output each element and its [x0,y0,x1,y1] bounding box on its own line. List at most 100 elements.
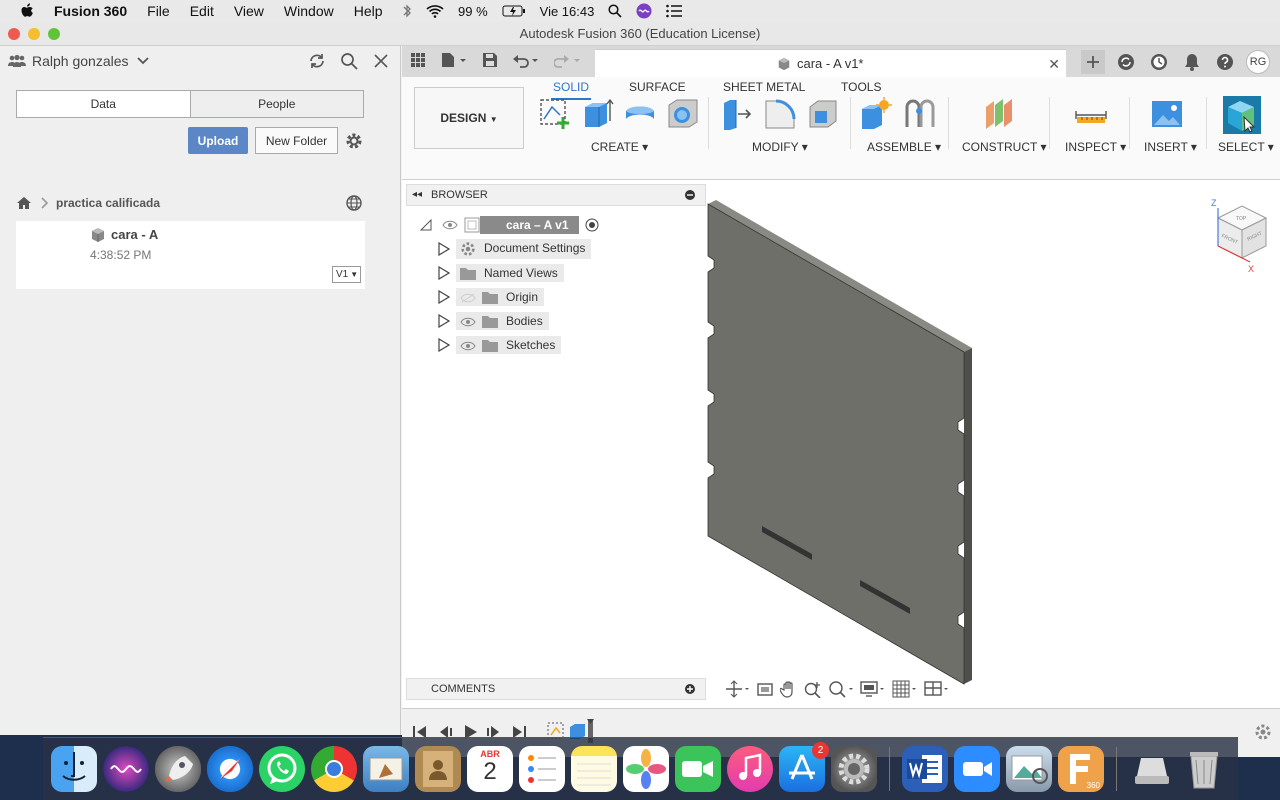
redo-icon[interactable] [554,52,582,68]
measure-icon[interactable] [1074,97,1108,131]
select-group-label[interactable]: SELECT ▾ [1218,140,1274,154]
new-component-icon[interactable] [859,97,893,131]
notifications-button[interactable] [1180,50,1204,74]
file-card[interactable]: cara - A 4:38:52 PM V1 ▼ [16,221,365,289]
dock-calendar[interactable]: ABR 2 [467,746,513,792]
add-comment-icon[interactable] [685,684,695,694]
dock-siri[interactable] [103,746,149,792]
expand-triangle-icon[interactable] [438,314,450,328]
file-name[interactable]: cara - A [111,227,158,242]
dock-mail[interactable] [363,746,409,792]
dock-chrome[interactable] [311,746,357,792]
expand-triangle-icon[interactable] [438,266,450,280]
refresh-icon[interactable] [308,52,326,70]
window-titlebar[interactable]: Autodesk Fusion 360 (Education License) [0,22,1280,46]
dock-finder[interactable] [51,746,97,792]
extrude-icon[interactable] [580,97,614,131]
canvas-viewport[interactable]: ◂◂ BROWSER cara – A v1 Document Settings [402,180,1280,735]
offset-plane-icon[interactable] [982,97,1016,131]
dock-fusion-360[interactable]: 360 [1058,746,1104,792]
press-pull-icon[interactable] [720,97,754,131]
eye-hidden-icon[interactable] [460,293,476,303]
joint-icon[interactable] [903,97,937,131]
dock-photos[interactable] [623,746,669,792]
expand-triangle-icon[interactable] [438,290,450,304]
eye-icon[interactable] [460,341,476,351]
help-button[interactable] [1213,50,1237,74]
document-tab[interactable]: cara - A v1* ✕ [595,49,1066,77]
timeline-settings-gear-icon[interactable] [1254,723,1272,741]
fillet-icon[interactable] [763,97,797,131]
tree-item-bodies[interactable]: Bodies [438,311,549,331]
tree-item-document-settings[interactable]: Document Settings [438,239,592,259]
shell-icon[interactable] [806,97,840,131]
zoom-window-button[interactable] [48,28,60,40]
clock[interactable]: Vie 16:43 [540,4,595,19]
create-sketch-icon[interactable] [538,97,572,131]
viewcube[interactable]: Z X TOP FRONT RIGHT [1204,194,1274,274]
modify-group-label[interactable]: MODIFY ▾ [752,140,808,154]
fit-icon[interactable] [828,680,854,698]
eye-icon[interactable] [442,220,458,230]
expand-triangle-icon[interactable] [438,242,450,256]
dock-reminders[interactable] [519,746,565,792]
file-menu-icon[interactable] [440,52,468,68]
close-tab-icon[interactable]: ✕ [1048,50,1060,78]
chevron-down-icon[interactable] [136,57,149,65]
search-icon[interactable] [340,52,358,70]
dock-safari[interactable] [207,746,253,792]
job-status-button[interactable] [1147,50,1171,74]
globe-icon[interactable] [345,194,363,212]
tree-root-label[interactable]: cara – A v1 [480,216,579,234]
new-folder-button[interactable]: New Folder [255,127,338,154]
browser-panel-header[interactable]: ◂◂ BROWSER [406,184,706,206]
dock-itunes[interactable] [727,746,773,792]
undo-icon[interactable] [512,52,540,68]
version-select[interactable]: V1 ▼ [332,266,361,283]
menu-file[interactable]: File [147,3,170,19]
apple-icon[interactable] [20,3,36,19]
workspace-selector[interactable]: DESIGN ▼ [414,87,524,149]
insert-group-label[interactable]: INSERT ▾ [1144,140,1197,154]
extensions-button[interactable] [1114,50,1138,74]
comments-panel-header[interactable]: COMMENTS [406,678,706,700]
breadcrumb-folder[interactable]: practica calificada [56,196,160,210]
bluetooth-icon[interactable] [402,4,412,18]
construct-group-label[interactable]: CONSTRUCT ▾ [962,140,1046,154]
menu-view[interactable]: View [234,3,264,19]
notification-center-icon[interactable] [666,4,683,18]
avatar[interactable]: RG [1246,50,1270,74]
battery-icon[interactable] [502,5,526,17]
menu-help[interactable]: Help [354,3,383,19]
upload-button[interactable]: Upload [188,127,248,154]
tab-sheet-metal[interactable]: SHEET METAL [723,80,805,94]
dock-app-store[interactable]: 2 [779,742,829,792]
dock-drive[interactable] [1129,746,1175,792]
eye-icon[interactable] [460,317,476,327]
zoom-icon[interactable] [804,680,822,698]
grid-settings-icon[interactable] [892,680,918,698]
save-icon[interactable] [482,52,498,68]
dock-trash[interactable] [1181,746,1227,792]
create-group-label[interactable]: CREATE ▾ [591,140,648,154]
new-tab-button[interactable] [1081,50,1105,74]
viewports-icon[interactable] [924,680,950,698]
dock-system-preferences[interactable] [831,746,877,792]
spotlight-search-icon[interactable] [608,4,622,18]
file-thumbnail[interactable] [16,221,86,289]
dock-preview[interactable] [1006,746,1052,792]
insert-image-icon[interactable] [1150,97,1184,131]
close-icon[interactable] [372,52,390,70]
menu-edit[interactable]: Edit [190,3,214,19]
gear-icon[interactable] [345,132,363,150]
assemble-group-label[interactable]: ASSEMBLE ▾ [867,140,941,154]
user-name[interactable]: Ralph gonzales [32,53,129,69]
minimize-panel-icon[interactable] [685,190,695,200]
minimize-window-button[interactable] [28,28,40,40]
tree-item-sketches[interactable]: Sketches [438,335,562,355]
expand-triangle-icon[interactable] [438,338,450,352]
dock-whatsapp[interactable] [259,746,305,792]
tree-item-named-views[interactable]: Named Views [438,263,564,283]
tree-root[interactable]: cara – A v1 [420,215,599,235]
menu-app-name[interactable]: Fusion 360 [54,3,127,19]
